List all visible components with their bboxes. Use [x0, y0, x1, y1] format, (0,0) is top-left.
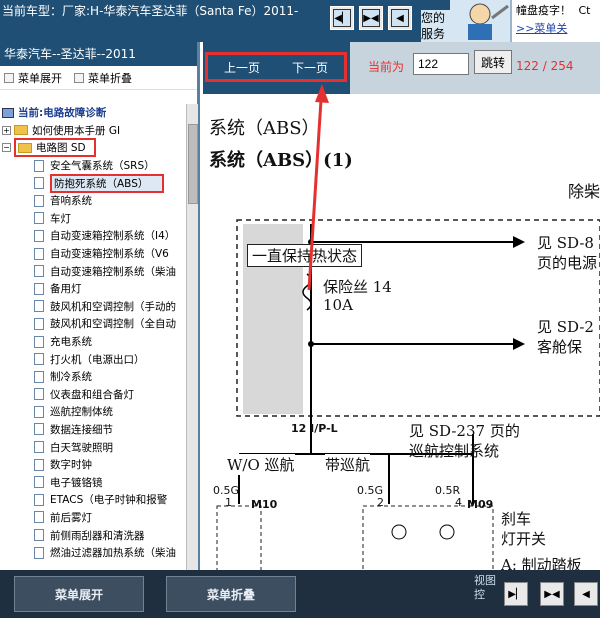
doc-icon — [34, 194, 44, 207]
computer-icon — [2, 107, 14, 118]
tree-item[interactable]: 前侧雨刮器和清洗器 — [0, 526, 186, 544]
tree-item[interactable]: 自动变速箱控制系统（V6 — [0, 245, 186, 263]
doc-icon — [34, 353, 44, 366]
collapse-icon — [74, 72, 84, 83]
help-text: 幢盘疫字！ — [516, 4, 571, 17]
arrow-left-icon: ◀ — [582, 588, 590, 600]
tree-current: 当前:电路故障诊断 — [0, 104, 186, 122]
tree-item-manual[interactable]: + 如何使用本手册 GI — [0, 122, 186, 140]
tree-item[interactable]: 鼓风机和空调控制（手动的 — [0, 298, 186, 316]
doc-icon — [34, 405, 44, 418]
help-box: 幢盘疫字！ Ct >>菜单关 — [510, 0, 600, 42]
document-panel: 上一页 下一页 当前为 跳转 122 / 254 系统（ABS） 系统（ABS）… — [203, 42, 600, 570]
doc-icon — [34, 177, 44, 190]
collapse-menu-link[interactable]: 菜单折叠 — [74, 70, 132, 86]
arrow-left-icon: ◀ — [391, 9, 409, 27]
help-ct: Ct — [578, 4, 591, 17]
annotation-arrow — [307, 84, 329, 291]
left-panel: 华泰汽车--圣达菲--2011 菜单展开 菜单折叠 当前:电路故障诊断 + 如何… — [0, 42, 200, 570]
folder-open-icon — [18, 142, 32, 153]
first-page-button-bottom[interactable]: ▶▏ — [504, 582, 528, 606]
left-panel-title: 华泰汽车--圣达菲--2011 — [0, 42, 197, 66]
expand-icon — [4, 72, 14, 83]
doc-icon — [34, 476, 44, 489]
doc-icon — [34, 300, 44, 313]
doc-icon — [34, 458, 44, 471]
doc-icon — [34, 265, 44, 278]
tree-item[interactable]: ETACS（电子时钟和报警 — [0, 491, 186, 509]
toggle-view-button[interactable]: ▶◀ — [359, 6, 383, 30]
tree-item[interactable]: 制冷系统 — [0, 368, 186, 386]
doc-icon — [34, 546, 44, 559]
car-model-title: 当前车型：厂家:H-华泰汽车圣达菲（Santa Fe）2011- — [2, 4, 299, 18]
doc-icon — [34, 317, 44, 330]
expand-arrows-icon: ▶◀ — [544, 588, 560, 600]
top-header: 当前车型：厂家:H-华泰汽车圣达菲（Santa Fe）2011- ◀▏ ▶◀ ◀… — [0, 0, 600, 42]
doc-icon — [34, 159, 44, 172]
folder-icon — [14, 125, 28, 136]
bottom-collapse-button[interactable]: 菜单折叠 — [166, 576, 296, 612]
tree-item-abs[interactable]: 防抱死系统（ABS） — [0, 173, 186, 193]
circuit-highlight: 电路图 SD — [14, 138, 96, 158]
doc-icon — [34, 511, 44, 524]
prev-page-button-bottom[interactable]: ◀ — [574, 582, 598, 606]
tree-scrollbar[interactable] — [186, 104, 198, 570]
tree-item[interactable]: 仪表盘和组合备灯 — [0, 386, 186, 404]
skip-first-icon: ◀▏ — [333, 9, 351, 27]
first-page-button[interactable]: ◀▏ — [330, 6, 354, 30]
tree-view: 当前:电路故障诊断 + 如何使用本手册 GI − 电路图 SD 安全气囊系统（S… — [0, 104, 186, 570]
doc-icon — [34, 423, 44, 436]
doc-icon — [34, 388, 44, 401]
bottom-expand-button[interactable]: 菜单展开 — [14, 576, 144, 612]
doc-icon — [34, 441, 44, 454]
doc-icon — [34, 212, 44, 225]
mascot-logo — [450, 0, 510, 42]
doc-icon — [34, 282, 44, 295]
doc-icon — [34, 493, 44, 506]
minus-icon: − — [2, 143, 11, 153]
service-text: 您的服务 — [421, 10, 451, 42]
prev-page-button-top[interactable]: ◀ — [388, 6, 412, 30]
expand-menu-link[interactable]: 菜单展开 — [4, 70, 62, 86]
tree-item[interactable]: 燃油过滤器加热系统（柴油 — [0, 544, 186, 562]
help-link[interactable]: >>菜单关 — [516, 20, 596, 36]
tree-item[interactable]: 电子镀铬镜 — [0, 473, 186, 491]
tree-item-circuit[interactable]: − 电路图 SD — [0, 138, 186, 158]
view-control-label: 视图控 — [474, 574, 496, 601]
tree-item[interactable]: 自动变速箱控制系统（I4） — [0, 227, 186, 245]
scroll-thumb[interactable] — [188, 124, 198, 204]
tree-item[interactable]: 打火机（电源出口） — [0, 350, 186, 368]
tree-item[interactable]: 自动变速箱控制系统（柴油 — [0, 262, 186, 280]
tree-item[interactable]: 鼓风机和空调控制（全自动 — [0, 315, 186, 333]
doc-icon — [34, 229, 44, 242]
doc-icon — [34, 370, 44, 383]
doc-icon — [34, 529, 44, 542]
tree-item[interactable]: 音响系统 — [0, 192, 186, 210]
plus-icon: + — [2, 125, 11, 135]
left-toolbar: 菜单展开 菜单折叠 — [0, 66, 197, 90]
skip-first-icon: ▶▏ — [508, 588, 524, 600]
tree-item[interactable]: 车灯 — [0, 210, 186, 228]
tree-item[interactable]: 数据连接细节 — [0, 421, 186, 439]
tree-item[interactable]: 充电系统 — [0, 333, 186, 351]
tree-item[interactable]: 备用灯 — [0, 280, 186, 298]
tree-item[interactable]: 白天驾驶照明 — [0, 438, 186, 456]
tree-item[interactable]: 安全气囊系统（SRS） — [0, 157, 186, 175]
tree-item[interactable]: 前后雾灯 — [0, 509, 186, 527]
bottom-bar: 菜单展开 菜单折叠 视图控 ▶▏ ▶◀ ◀ — [0, 570, 600, 618]
expand-arrows-icon: ▶◀ — [362, 9, 380, 27]
doc-icon — [34, 335, 44, 348]
tree-item[interactable]: 巡航控制体统 — [0, 403, 186, 421]
toggle-view-button-bottom[interactable]: ▶◀ — [540, 582, 564, 606]
doc-icon — [34, 247, 44, 260]
tree-item[interactable]: 数字时钟 — [0, 456, 186, 474]
